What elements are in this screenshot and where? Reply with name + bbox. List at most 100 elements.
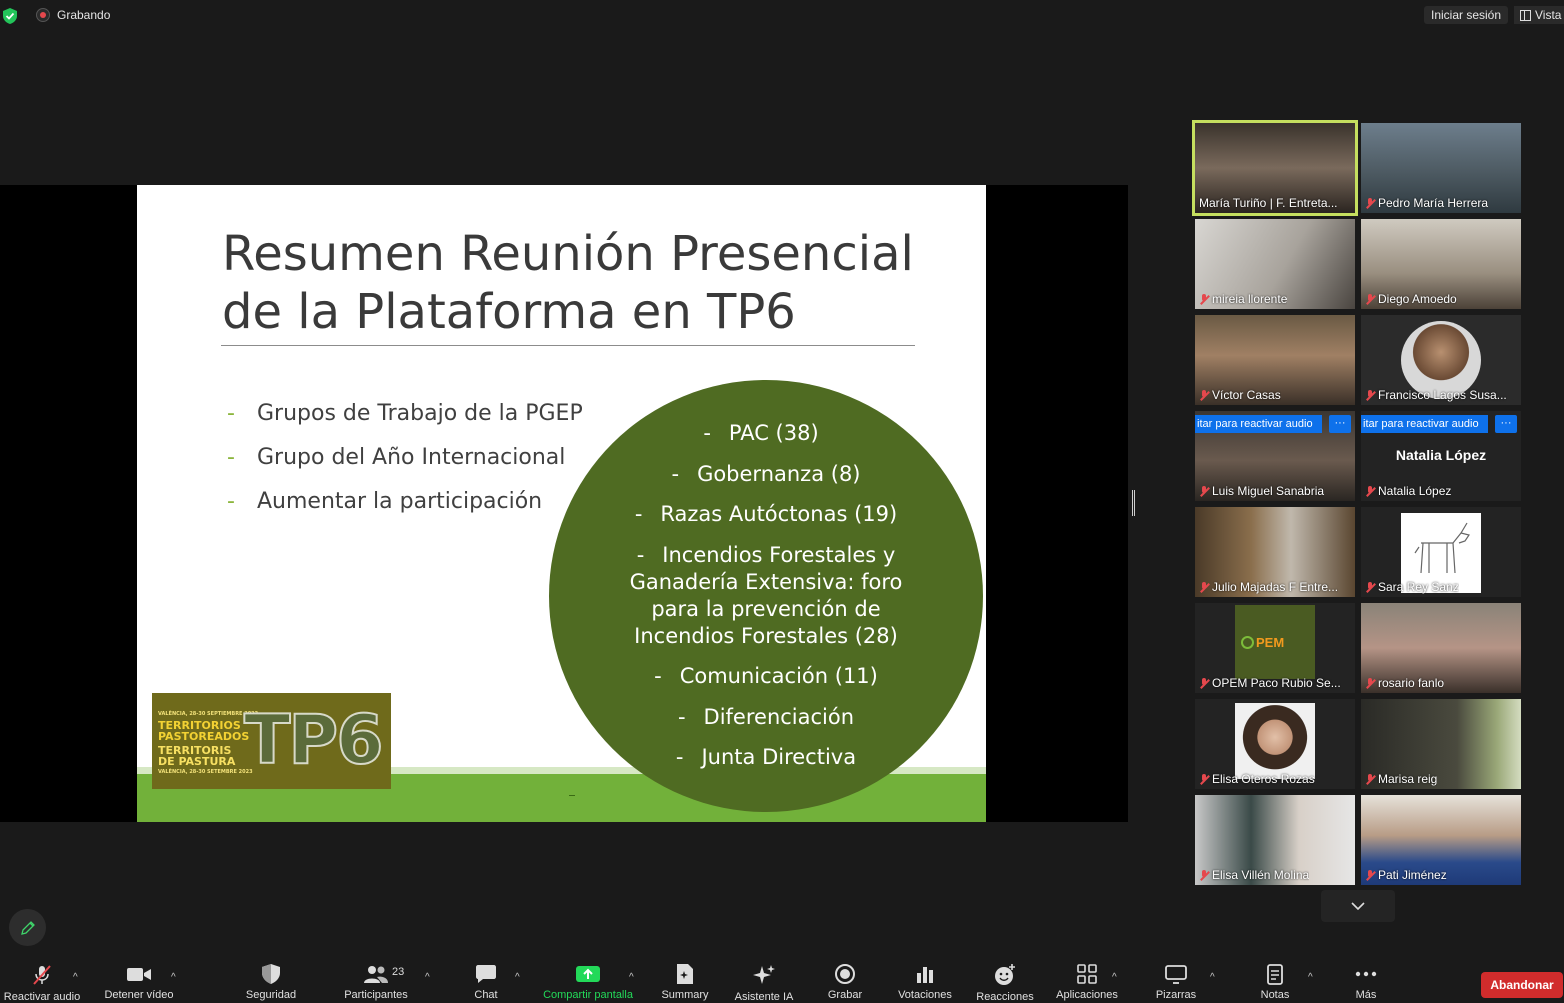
participant-tile[interactable]: Víctor Casas [1195, 315, 1355, 405]
stop-video-button[interactable]: Detener vídeo [97, 956, 181, 1001]
participant-name: Francisco Lagos Susa... [1365, 388, 1507, 402]
unmute-button[interactable]: Reactivar audio [0, 956, 84, 1003]
chevron-up-icon[interactable]: ^ [1308, 972, 1313, 983]
recording-indicator[interactable]: Grabando [30, 5, 116, 25]
shield-icon [258, 963, 284, 985]
participant-name: Sara Rey Sanz [1365, 580, 1459, 594]
record-icon [832, 963, 858, 985]
toolbar-label: Reacciones [976, 991, 1034, 1003]
mic-muted-icon [1365, 485, 1375, 497]
participant-name: Luis Miguel Sanabria [1199, 484, 1324, 498]
gallery-scroll-down-button[interactable] [1321, 890, 1395, 922]
participant-tile-active-speaker[interactable]: María Turiño | F. Entreta... [1192, 120, 1358, 216]
mic-muted-icon [1365, 197, 1375, 209]
participant-tile[interactable]: Elisa Villén Molina [1195, 795, 1355, 885]
participant-tile[interactable]: PEM OPEM Paco Rubio Se... [1195, 603, 1355, 693]
summary-button[interactable]: Summary [650, 956, 720, 1001]
record-dot-icon [36, 8, 50, 22]
chevron-up-icon[interactable]: ^ [1112, 972, 1117, 983]
annotate-button[interactable] [9, 909, 46, 946]
participants-icon [363, 963, 389, 985]
view-layout-icon [1520, 9, 1531, 21]
sparkle-icon [751, 963, 777, 987]
participant-name: Pedro María Herrera [1365, 196, 1488, 210]
sign-in-button[interactable]: Iniciar sesión [1424, 6, 1509, 24]
panel-resize-handle[interactable] [1132, 490, 1135, 516]
participant-name: Marisa reig [1365, 772, 1437, 786]
tile-more-button[interactable]: ··· [1329, 415, 1351, 433]
reactions-icon [992, 963, 1018, 987]
mic-muted-icon [1365, 389, 1375, 401]
slide-bullet-list: - Grupos de Trabajo de la PGEP - Grupo del… [227, 401, 583, 533]
whiteboards-button[interactable]: Pizarras [1140, 956, 1212, 1001]
working-group-text: Junta Directiva [701, 745, 857, 769]
toolbar-label: Pizarras [1155, 989, 1197, 1001]
record-button[interactable]: Grabar [813, 956, 877, 1001]
more-button[interactable]: Más [1336, 956, 1396, 1001]
chevron-up-icon[interactable]: ^ [1210, 972, 1215, 983]
slide-title: Resumen Reunión Presencial de la Platafo… [222, 226, 914, 340]
leave-button[interactable]: Abandonar [1481, 972, 1563, 998]
view-label: Vista [1535, 8, 1562, 22]
working-groups-circle: - PAC (38) - Gobernanza (8) - Razas Autócto… [549, 380, 983, 812]
bullet-text: Aumentar la participación [257, 489, 543, 514]
bullet-text: Grupo del Año Internacional [257, 445, 566, 470]
chevron-up-icon[interactable]: ^ [73, 972, 78, 983]
ai-assistant-button[interactable]: Asistente IA [726, 956, 802, 1003]
more-icon [1353, 963, 1379, 985]
chevron-up-icon[interactable]: ^ [425, 972, 430, 983]
security-shield-icon[interactable] [3, 8, 17, 24]
working-group-item: - Comunicación (11) [654, 664, 878, 688]
bullet-item: - Aumentar la participación [227, 489, 583, 533]
participant-name: OPEM Paco Rubio Se... [1199, 676, 1341, 690]
polls-button[interactable]: Votaciones [890, 956, 960, 1001]
mic-muted-icon [1365, 677, 1375, 689]
unmute-request-bar[interactable]: itar para reactivar audio ··· [1195, 415, 1355, 433]
unmute-request-label[interactable]: itar para reactivar audio [1195, 415, 1322, 433]
participant-tile[interactable]: mireia llorente [1195, 219, 1355, 309]
participant-tile[interactable]: Francisco Lagos Susa... [1361, 315, 1521, 405]
logo-date-bottom: VALÈNCIA, 28-30 SETEMBRE 2023 [158, 769, 253, 775]
participant-tile[interactable]: itar para reactivar audio ··· Natalia Ló… [1361, 411, 1521, 501]
bullet-item: - Grupos de Trabajo de la PGEP [227, 401, 583, 445]
mic-muted-icon [1365, 773, 1375, 785]
participant-tile[interactable]: Sara Rey Sanz [1361, 507, 1521, 597]
participant-tile[interactable]: itar para reactivar audio ··· Luis Migue… [1195, 411, 1355, 501]
share-screen-button[interactable]: Compartir pantalla [534, 956, 642, 1001]
security-button[interactable]: Seguridad [231, 956, 311, 1001]
working-group-text: Gobernanza (8) [697, 461, 861, 486]
participant-name: rosario fanlo [1365, 676, 1444, 690]
toolbar-label: Chat [474, 989, 498, 1001]
reactions-button[interactable]: Reacciones [970, 956, 1040, 1003]
bullet-text: Grupos de Trabajo de la PGEP [257, 401, 583, 426]
view-button[interactable]: Vista [1514, 6, 1564, 24]
notes-button[interactable]: Notas [1240, 956, 1310, 1001]
apps-icon [1074, 963, 1100, 985]
mic-muted-icon [1199, 389, 1209, 401]
participant-tile[interactable]: Julio Majadas F Entre... [1195, 507, 1355, 597]
participant-tile[interactable]: rosario fanlo [1361, 603, 1521, 693]
participant-tile[interactable]: Pati Jiménez [1361, 795, 1521, 885]
chevron-up-icon[interactable]: ^ [515, 972, 520, 983]
pencil-icon [20, 920, 35, 935]
share-screen-icon [575, 963, 601, 985]
participants-button[interactable]: Participantes [336, 956, 416, 1001]
participant-tile[interactable]: Elisa Oteros Rozas [1195, 699, 1355, 789]
unmute-request-bar[interactable]: itar para reactivar audio ··· [1361, 415, 1521, 433]
unmute-request-label[interactable]: itar para reactivar audio [1361, 415, 1488, 433]
chat-button[interactable]: Chat [446, 956, 526, 1001]
participant-tile[interactable]: Marisa reig [1361, 699, 1521, 789]
chat-icon [473, 963, 499, 985]
toolbar-label: Aplicaciones [1056, 989, 1118, 1001]
participant-tile[interactable]: Pedro María Herrera [1361, 123, 1521, 213]
toolbar-label: Grabar [827, 989, 863, 1001]
mic-muted-icon [1199, 293, 1209, 305]
chevron-up-icon[interactable]: ^ [629, 972, 634, 983]
whiteboard-icon [1163, 963, 1189, 985]
shared-screen[interactable]: Resumen Reunión Presencial de la Platafo… [0, 185, 1128, 822]
participant-tile[interactable]: Diego Amoedo [1361, 219, 1521, 309]
participant-name: Natalia López [1365, 484, 1451, 498]
tile-more-button[interactable]: ··· [1495, 415, 1517, 433]
chevron-up-icon[interactable]: ^ [171, 972, 176, 983]
working-group-item: - PAC (38) [703, 421, 819, 445]
